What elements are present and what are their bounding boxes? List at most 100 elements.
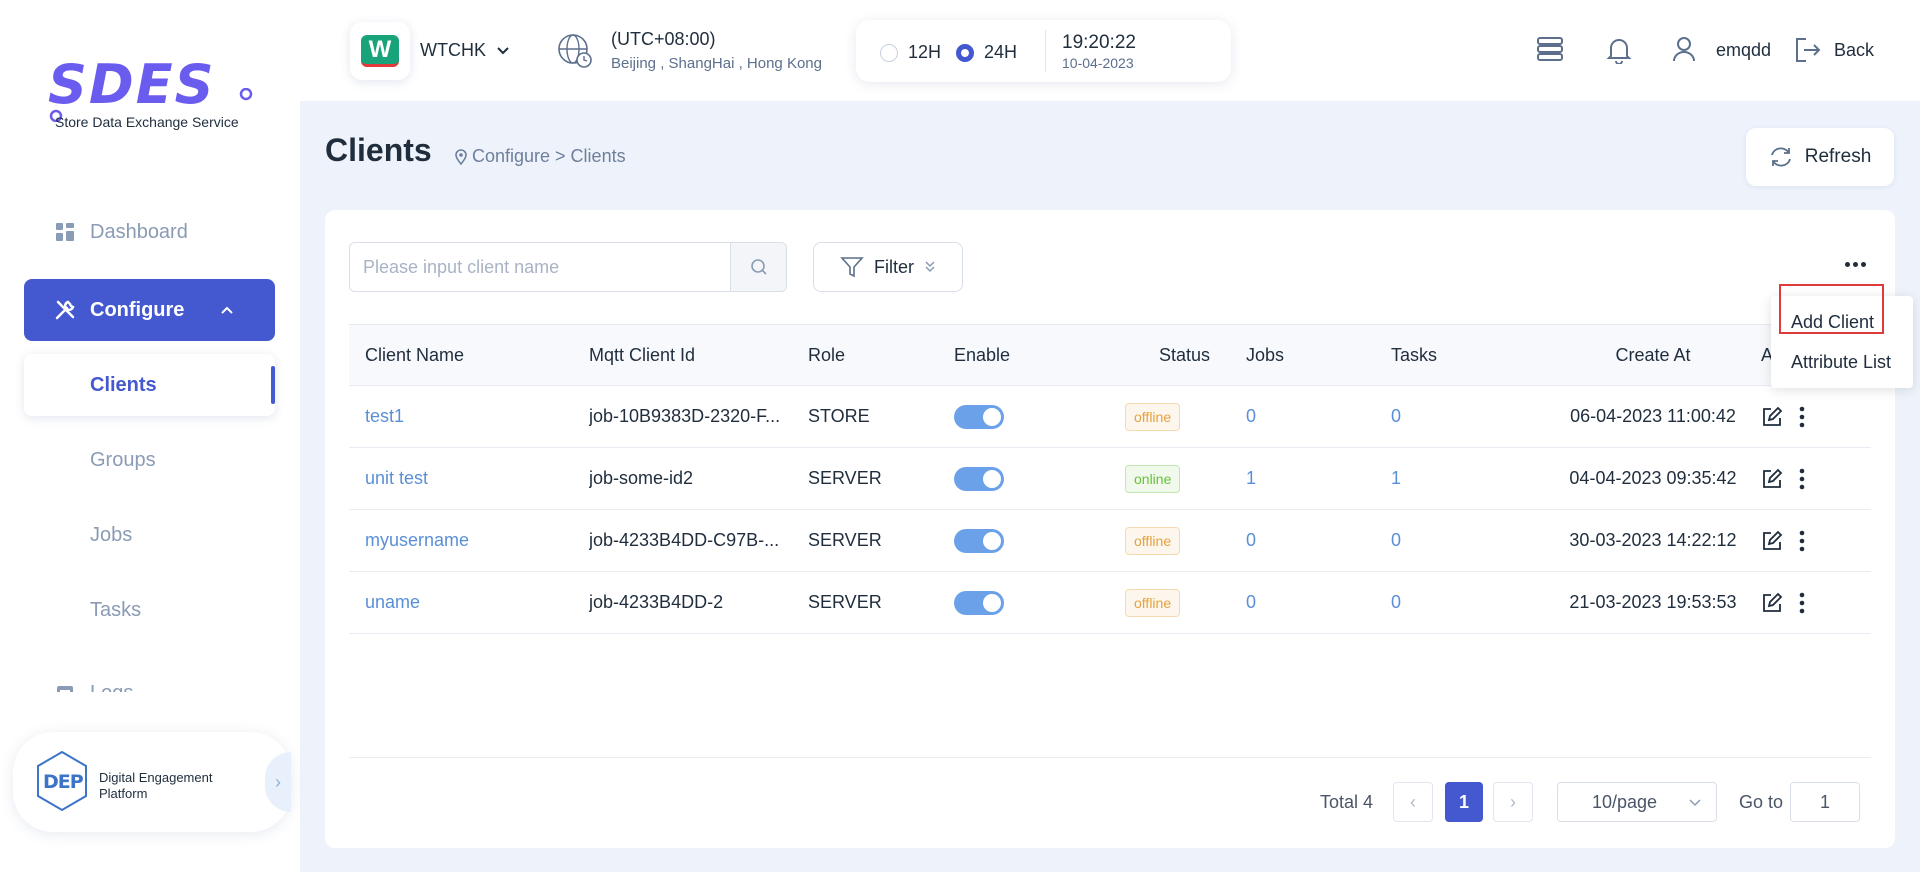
- search-input[interactable]: [350, 243, 730, 291]
- jobs-count-link[interactable]: 0: [1246, 386, 1256, 447]
- sidebar-item-logs[interactable]: Logs: [24, 662, 275, 692]
- server-icon[interactable]: [1537, 36, 1563, 62]
- dep-label: Digital Engagement Platform: [99, 770, 213, 801]
- clients-panel: Filter Client Name Mqtt Client Id Role E…: [325, 210, 1895, 848]
- column-header: Tasks: [1391, 344, 1438, 365]
- tasks-count-link[interactable]: 0: [1391, 572, 1401, 633]
- timezone-cities: Beijing , ShangHai , Hong Kong: [611, 55, 822, 72]
- kebab-menu-icon[interactable]: [1799, 592, 1805, 614]
- tools-icon: [54, 299, 76, 321]
- column-header: Client Name: [365, 344, 465, 365]
- edit-icon[interactable]: [1761, 468, 1783, 490]
- refresh-icon: [1770, 147, 1791, 167]
- search-icon: [750, 259, 767, 275]
- logo-subtitle: Store Data Exchange Service: [55, 114, 239, 130]
- mqtt-client-id: job-10B9383D-2320-F...: [589, 406, 781, 426]
- created-at: 04-04-2023 09:35:42: [1569, 468, 1737, 488]
- tasks-count-link[interactable]: 1: [1391, 448, 1401, 509]
- client-name-link[interactable]: unit test: [365, 448, 428, 509]
- sidebar-item-dashboard[interactable]: Dashboard: [24, 201, 275, 263]
- pagination-prev[interactable]: ‹: [1393, 782, 1433, 822]
- store-selector[interactable]: WTCHK: [420, 40, 510, 61]
- column-header: Role: [808, 344, 846, 365]
- pagination-next[interactable]: ›: [1493, 782, 1533, 822]
- kebab-menu-icon[interactable]: [1799, 468, 1805, 490]
- dep-logo-text: DEP: [43, 771, 84, 793]
- chevron-right-icon[interactable]: ›: [265, 752, 291, 812]
- pagination-page[interactable]: 1: [1445, 782, 1483, 822]
- enable-toggle[interactable]: [954, 590, 1004, 615]
- user-icon[interactable]: [1672, 36, 1696, 62]
- pagination-total: Total 4: [1320, 791, 1374, 812]
- sidebar-item-tasks[interactable]: Tasks: [24, 579, 275, 641]
- divider: [1045, 30, 1046, 72]
- table-header: Client Name Mqtt Client Id Role Enable S…: [349, 324, 1871, 386]
- table-row: unit test job-some-id2 SERVER online 1 1…: [349, 448, 1871, 510]
- sidebar-item-label: Logs: [90, 682, 133, 693]
- chevron-up-icon: [219, 301, 235, 324]
- column-header: Enable: [954, 344, 1011, 365]
- edit-icon[interactable]: [1761, 406, 1783, 428]
- client-name-link[interactable]: test1: [365, 386, 404, 447]
- store-name: WTCHK: [420, 40, 486, 60]
- timezone-main: (UTC+08:00): [611, 29, 716, 49]
- more-options-button[interactable]: [1845, 262, 1866, 267]
- status-badge: online: [1125, 464, 1181, 493]
- sidebar-item-label: Tasks: [90, 598, 142, 621]
- mqtt-client-id: job-4233B4DD-2: [589, 592, 724, 612]
- sidebar-item-groups[interactable]: Groups: [24, 429, 275, 491]
- sidebar-item-clients[interactable]: Clients: [24, 354, 275, 416]
- created-at: 06-04-2023 11:00:42: [1570, 406, 1736, 426]
- edit-icon[interactable]: [1761, 530, 1783, 552]
- goto-input[interactable]: 1: [1790, 782, 1860, 822]
- client-name-link[interactable]: myusername: [365, 510, 469, 571]
- search-button[interactable]: [730, 243, 786, 291]
- enable-toggle[interactable]: [954, 404, 1004, 429]
- mqtt-client-id: job-4233B4DD-C97B-...: [589, 530, 780, 550]
- kebab-menu-icon[interactable]: [1799, 530, 1805, 552]
- bell-icon[interactable]: [1606, 36, 1632, 64]
- chevron-down-icon: [497, 46, 509, 54]
- breadcrumb-text: Configure > Clients: [472, 146, 626, 166]
- refresh-button[interactable]: Refresh: [1746, 128, 1894, 186]
- sdes-logo: SDES Store Data Exchange Service: [48, 50, 258, 140]
- status-badge: offline: [1125, 402, 1181, 431]
- enable-toggle[interactable]: [954, 466, 1004, 491]
- store-logo: W: [350, 22, 410, 80]
- role: SERVER: [808, 530, 882, 550]
- column-header: Status: [1159, 344, 1211, 365]
- table-row: test1 job-10B9383D-2320-F... STORE offli…: [349, 386, 1871, 448]
- sidebar-item-label: Clients: [90, 373, 157, 396]
- edit-icon[interactable]: [1761, 592, 1783, 614]
- sidebar: SDES Store Data Exchange Service Dashboa…: [0, 0, 300, 872]
- tasks-count-link[interactable]: 0: [1391, 386, 1401, 447]
- radio-12h[interactable]: 12H: [880, 42, 941, 63]
- enable-toggle[interactable]: [954, 528, 1004, 553]
- jobs-count-link[interactable]: 0: [1246, 510, 1256, 571]
- jobs-count-link[interactable]: 0: [1246, 572, 1256, 633]
- sidebar-item-jobs[interactable]: Jobs: [24, 504, 275, 566]
- jobs-count-link[interactable]: 1: [1246, 448, 1256, 509]
- status-badge: offline: [1125, 526, 1181, 555]
- clock-date: 10-04-2023: [1062, 55, 1134, 71]
- store-logo-letter: W: [361, 35, 399, 67]
- mqtt-client-id: job-some-id2: [589, 468, 694, 488]
- filter-label: Filter: [874, 256, 914, 277]
- chevron-right-icon: ›: [1493, 782, 1533, 822]
- role: SERVER: [808, 468, 882, 488]
- dep-platform-card[interactable]: DEP Digital Engagement Platform ›: [13, 732, 291, 832]
- tasks-count-link[interactable]: 0: [1391, 510, 1401, 571]
- radio-24h[interactable]: 24H: [956, 42, 1017, 63]
- username[interactable]: emqdd: [1716, 40, 1771, 61]
- menu-item-attribute-list[interactable]: Attribute List: [1791, 352, 1891, 373]
- kebab-menu-icon[interactable]: [1799, 406, 1805, 428]
- column-header: Mqtt Client Id: [589, 344, 696, 365]
- client-name-link[interactable]: uname: [365, 572, 420, 633]
- page-size-select[interactable]: 10/page: [1557, 782, 1717, 822]
- logs-icon: [54, 682, 76, 692]
- filter-button[interactable]: Filter: [813, 242, 963, 292]
- menu-item-add-client[interactable]: Add Client: [1791, 312, 1874, 333]
- clients-table: Client Name Mqtt Client Id Role Enable S…: [349, 324, 1871, 634]
- sidebar-item-configure[interactable]: Configure: [24, 279, 275, 341]
- back-button[interactable]: Back: [1794, 36, 1874, 64]
